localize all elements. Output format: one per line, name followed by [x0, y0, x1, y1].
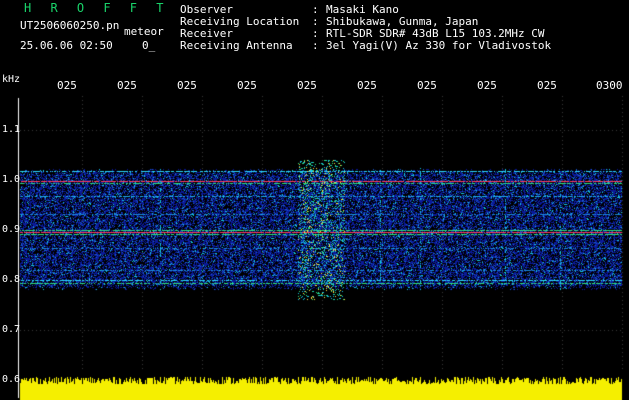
y-tick-label: 1.1	[2, 124, 21, 135]
y-tick-label: 0.6	[2, 374, 21, 385]
x-tick-label: 025	[357, 79, 377, 92]
x-tick-label: 025	[117, 79, 137, 92]
separator: :	[312, 39, 319, 52]
x-tick-label: 025	[477, 79, 497, 92]
y-tick-label: 0.7	[2, 324, 21, 335]
x-tick-label: 025	[297, 79, 317, 92]
y-axis-unit: kHz	[2, 74, 21, 85]
mode-label: meteor	[124, 25, 164, 38]
y-tick-label: 1.0	[2, 174, 21, 185]
x-tick-label: 025	[237, 79, 257, 92]
x-tick-label: 025	[417, 79, 437, 92]
antenna-label: Receiving Antenna	[180, 39, 293, 52]
antenna-value: 3el Yagi(V) Az 330 for Vladivostok	[326, 39, 552, 52]
x-tick-label: 0300	[596, 79, 623, 92]
count-label: 0_	[142, 39, 156, 52]
y-tick-label: 0.8	[2, 274, 21, 285]
x-tick-label: 025	[177, 79, 197, 92]
app-title: H R O F F T	[24, 1, 170, 15]
x-tick-label: 025	[537, 79, 557, 92]
date-time: 25.06.06 02:50	[20, 39, 113, 52]
file-name: UT2506060250.pn	[20, 19, 120, 32]
y-tick-label: 0.9	[2, 224, 21, 235]
x-tick-label: 025	[57, 79, 77, 92]
spectrogram-canvas	[0, 0, 629, 400]
